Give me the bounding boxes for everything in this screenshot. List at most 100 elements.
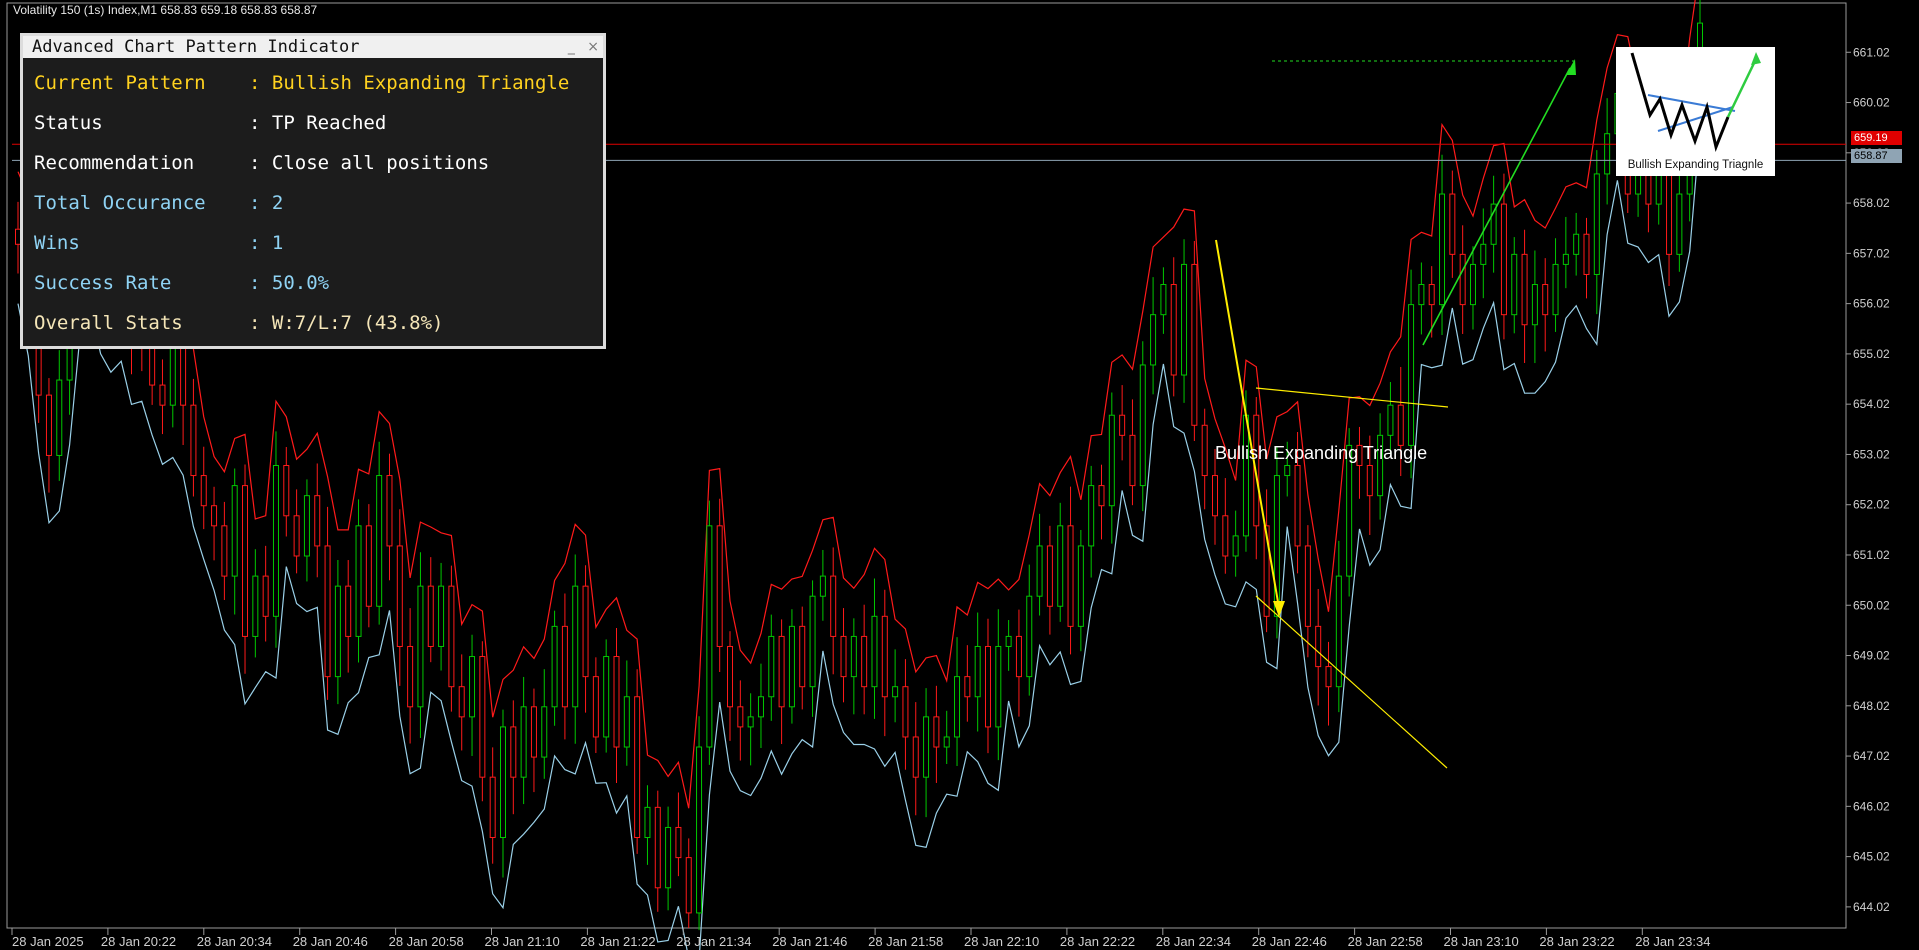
- candle-body: [1088, 485, 1095, 547]
- price-tick-label: 661.02: [1853, 45, 1890, 59]
- price-tick-label: 656.02: [1853, 297, 1890, 311]
- stat-row-pattern: Current Pattern: Bullish Expanding Trian…: [34, 63, 603, 103]
- candle-body: [1593, 173, 1600, 275]
- stat-row-recommendation: Recommendation: Close all positions: [34, 143, 603, 183]
- price-tick-label: 646.02: [1853, 799, 1890, 813]
- candle-body: [1397, 404, 1404, 446]
- candle-body: [788, 625, 795, 708]
- candle-body: [954, 676, 961, 738]
- candle-body: [1119, 414, 1126, 436]
- stat-value: 1: [271, 232, 284, 254]
- candle-body: [1139, 364, 1146, 487]
- candle-body: [881, 615, 888, 698]
- candle-body: [1604, 133, 1611, 175]
- candle-body: [427, 585, 434, 647]
- candle-body: [1108, 414, 1115, 507]
- stat-value: Close all positions: [271, 152, 490, 174]
- time-tick-label: 28 Jan 2025: [12, 934, 84, 949]
- time-tick-label: 28 Jan 22:46: [1252, 934, 1327, 949]
- stat-key: Status: [34, 112, 103, 134]
- candle-body: [1057, 525, 1064, 607]
- candle-body: [819, 575, 826, 597]
- indicator-panel[interactable]: Advanced Chart Pattern Indicator _ × Cur…: [20, 33, 606, 349]
- candle-body: [1191, 263, 1198, 426]
- candle-body: [334, 585, 341, 678]
- candle-body: [283, 465, 290, 517]
- candle-body: [1428, 284, 1435, 306]
- candle-body: [355, 525, 362, 637]
- candle-body: [458, 686, 465, 718]
- candle-body: [747, 716, 754, 728]
- candle-body: [45, 394, 52, 456]
- time-tick-label: 28 Jan 21:46: [772, 934, 847, 949]
- candle-body: [149, 344, 156, 386]
- time-tick-label: 28 Jan 20:34: [197, 934, 272, 949]
- candle-body: [634, 696, 641, 839]
- candle-body: [737, 706, 744, 728]
- candle-body: [159, 384, 166, 406]
- close-button[interactable]: ×: [587, 39, 599, 55]
- candle-body: [1212, 475, 1219, 517]
- candle-body: [551, 625, 558, 708]
- candle-body: [727, 645, 734, 708]
- panel-titlebar[interactable]: Advanced Chart Pattern Indicator _ ×: [23, 36, 603, 58]
- stat-separator: :: [249, 152, 272, 174]
- candle-body: [1160, 284, 1167, 316]
- candle-body: [1573, 233, 1580, 255]
- candle-body: [974, 645, 981, 698]
- candle-body: [716, 525, 723, 647]
- candle-body: [1315, 625, 1322, 668]
- panel-title: Advanced Chart Pattern Indicator: [32, 37, 360, 57]
- candle-body: [1387, 404, 1394, 436]
- candle-body: [644, 806, 651, 839]
- candle-body: [396, 545, 403, 647]
- candle-body: [303, 495, 310, 557]
- candle-body: [1521, 253, 1528, 326]
- candle-body: [623, 696, 630, 748]
- time-tick-label: 28 Jan 23:22: [1539, 934, 1614, 949]
- price-tick-label: 645.02: [1853, 850, 1890, 864]
- price-tick-label: 658.02: [1853, 196, 1890, 210]
- stat-key: Recommendation: [34, 152, 195, 174]
- candle-body: [572, 585, 579, 708]
- candle-body: [1366, 465, 1373, 497]
- candle-body: [892, 686, 899, 698]
- candle-body: [613, 656, 620, 748]
- time-tick-label: 28 Jan 21:34: [676, 934, 751, 949]
- candle-body: [1449, 193, 1456, 255]
- candle-body: [469, 656, 476, 718]
- minimize-button[interactable]: _: [568, 39, 575, 55]
- candle-body: [1294, 465, 1301, 547]
- stat-value: Bullish Expanding Triangle: [271, 72, 570, 94]
- candle-body: [365, 525, 372, 607]
- candle-body: [582, 585, 589, 678]
- candle-body: [386, 475, 393, 547]
- candle-body: [1676, 193, 1683, 255]
- candle-body: [479, 656, 486, 778]
- candle-body: [448, 585, 455, 688]
- candle-body: [262, 575, 269, 617]
- candle-body: [685, 857, 692, 914]
- stat-separator: :: [249, 272, 272, 294]
- price-tick-label: 654.02: [1853, 397, 1890, 411]
- candle-body: [1077, 545, 1084, 627]
- price-tick-label: 652.02: [1853, 498, 1890, 512]
- price-tick-label: 649.02: [1853, 649, 1890, 663]
- candle-body: [56, 379, 63, 456]
- candle-body: [272, 465, 279, 617]
- time-tick-label: 28 Jan 20:58: [389, 934, 464, 949]
- candle-body: [778, 635, 785, 708]
- stat-row-occurance: Total Occurance: 2: [34, 183, 603, 223]
- candle-body: [912, 736, 919, 778]
- stat-row-overall: Overall Stats: W:7/L:7 (43.8%): [34, 303, 603, 343]
- thumbnail-caption: Bullish Expanding Triagnle: [1627, 159, 1764, 171]
- candle-body: [211, 505, 218, 527]
- candle-body: [1542, 284, 1549, 316]
- candle-body: [603, 656, 610, 738]
- candle-body: [407, 645, 414, 708]
- price-tick-label: 660.02: [1853, 96, 1890, 110]
- candle-body: [923, 716, 930, 778]
- time-tick-label: 28 Jan 20:22: [101, 934, 176, 949]
- candle-body: [1232, 535, 1239, 557]
- candle-body: [438, 585, 445, 647]
